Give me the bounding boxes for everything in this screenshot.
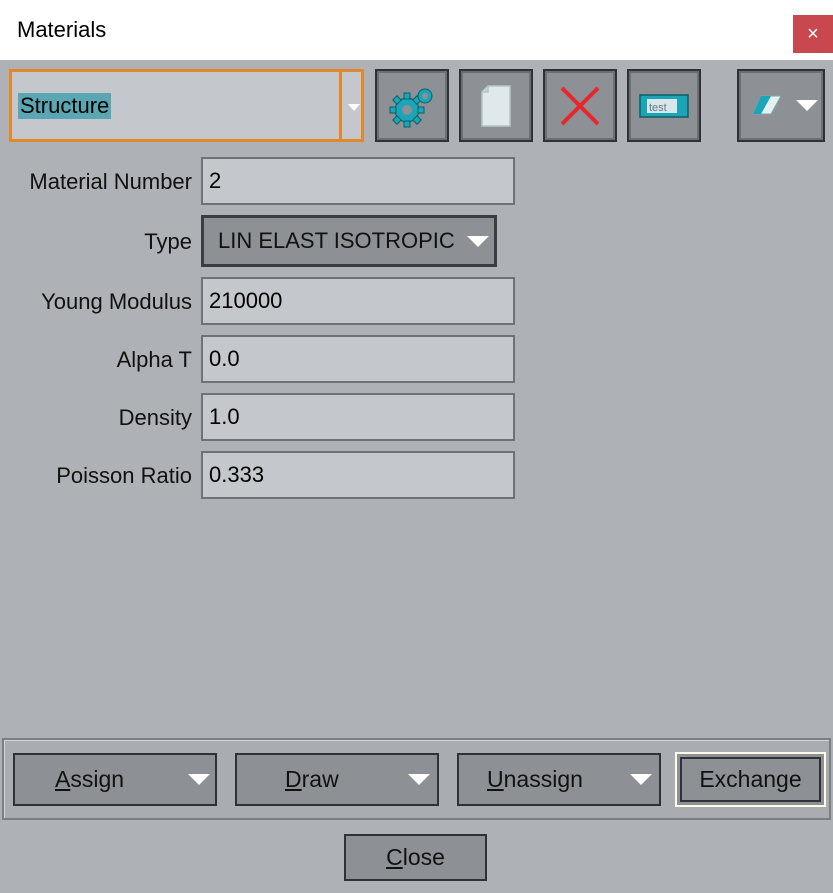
assign-button[interactable]: Assign [13,753,217,806]
title-bar: Materials × [0,0,833,60]
gears-icon [389,88,433,127]
exchange-button[interactable]: Exchange [675,752,826,807]
chevron-down-icon [467,236,489,247]
new-page-icon [481,84,511,127]
eraser-icon [752,95,782,114]
chevron-down-icon [796,100,818,111]
density-label: Density [118,405,192,430]
type-label: Type [144,229,192,254]
material-selector-value: Structure [18,93,112,119]
material-selector[interactable]: Structure [9,69,364,142]
alpha-t-label: Alpha T [116,347,192,372]
new-material-button[interactable] [375,69,449,142]
draw-button-label: Draw [285,766,339,792]
chevron-down-icon[interactable] [408,774,430,785]
new-page-button[interactable] [459,69,533,142]
window-close-button[interactable]: × [793,15,833,53]
combo-divider [339,72,342,139]
young-modulus-field[interactable]: 210000 [201,277,515,325]
delete-x-icon [560,86,600,125]
young-modulus-label: Young Modulus [41,289,192,314]
chevron-down-icon[interactable] [630,774,652,785]
close-button-label: Close [386,844,445,870]
chevron-down-icon[interactable] [348,104,360,111]
assign-button-label: Assign [55,766,125,792]
svg-text:test: test [649,102,667,114]
test-material-button[interactable]: test [627,69,701,142]
material-number-label: Material Number [29,169,192,194]
view-options-button[interactable] [737,69,825,142]
material-number-field[interactable]: 2 [201,157,515,205]
alpha-t-field[interactable]: 0.0 [201,335,515,383]
poisson-ratio-label: Poisson Ratio [56,463,192,488]
close-button[interactable]: Close [344,834,487,881]
window-title: Materials [17,17,107,42]
chevron-down-icon[interactable] [188,774,210,785]
draw-button[interactable]: Draw [235,753,439,806]
unassign-button[interactable]: Unassign [457,753,661,806]
type-select-value: LIN ELAST ISOTROPIC [218,228,455,253]
density-field[interactable]: 1.0 [201,393,515,441]
test-material-icon: test [639,93,689,118]
unassign-button-label: Unassign [487,766,583,792]
type-select[interactable]: LIN ELAST ISOTROPIC [201,215,497,267]
delete-material-button[interactable] [543,69,617,142]
poisson-ratio-field[interactable]: 0.333 [201,451,515,499]
exchange-button-label: Exchange [680,757,821,802]
